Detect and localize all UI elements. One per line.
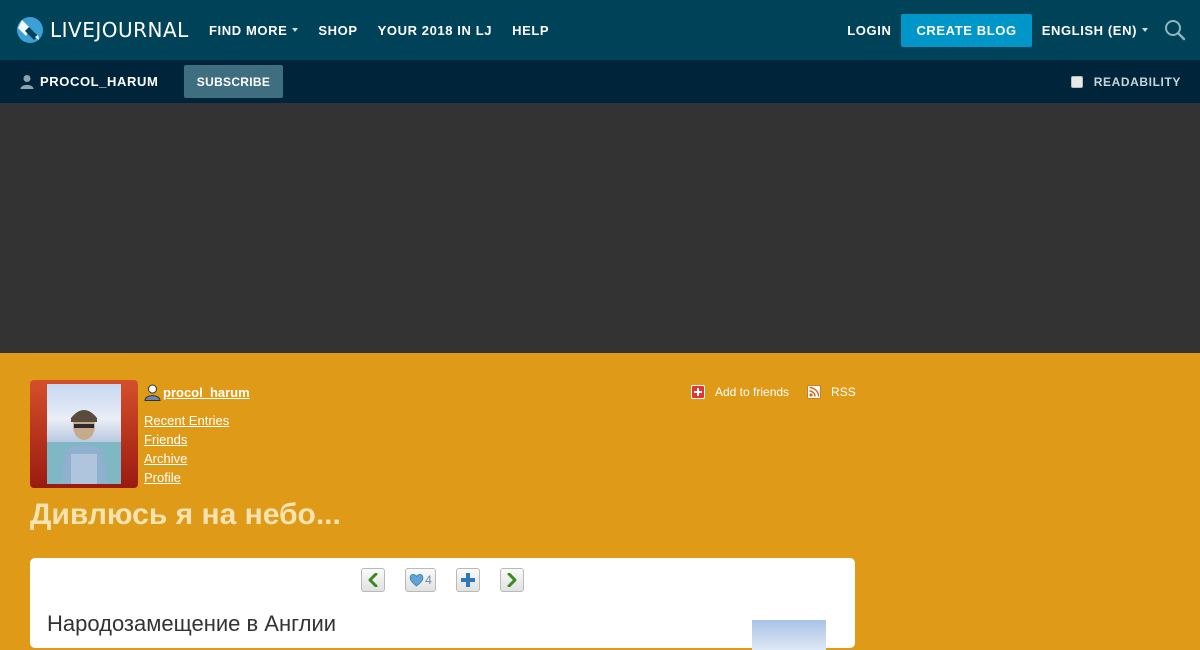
nav-find-more[interactable]: FIND MORE (209, 22, 299, 38)
userpic-photo-art (47, 410, 121, 484)
livejournal-logo-icon (17, 17, 43, 43)
journal-links: Recent Entries Friends Archive Profile (144, 411, 229, 487)
arrow-left-icon (368, 573, 378, 587)
recent-entries-link[interactable]: Recent Entries (144, 411, 229, 430)
add-friend-icon (691, 385, 705, 399)
journal-banner (0, 103, 1200, 353)
username-link[interactable]: procol_harum (163, 385, 250, 400)
add-to-friends-link[interactable]: Add to friends (691, 385, 789, 399)
rss-icon (807, 385, 822, 399)
language-selector[interactable]: ENGLISH (EN) (1042, 23, 1148, 38)
archive-link[interactable]: Archive (144, 449, 229, 468)
readability-checkbox[interactable] (1070, 75, 1083, 88)
previous-entry-button[interactable] (361, 568, 385, 592)
rss-link[interactable]: RSS (807, 385, 856, 399)
chevron-down-icon (1142, 28, 1148, 32)
account-nav: LOGIN CREATE BLOG ENGLISH (EN) (847, 0, 1200, 60)
entry-thumbnail-image (752, 620, 826, 650)
add-to-memories-button[interactable] (456, 568, 480, 592)
chevron-down-icon (292, 28, 299, 32)
userpic-frame[interactable] (30, 380, 138, 488)
userpic-image (47, 384, 121, 484)
nav-find-more-label: FIND MORE (209, 22, 288, 38)
readability-label: READABILITY (1093, 74, 1181, 89)
user-icon (20, 75, 34, 89)
nav-shop[interactable]: SHOP (318, 23, 357, 38)
search-button[interactable] (1160, 15, 1190, 45)
friends-link[interactable]: Friends (144, 430, 229, 449)
journal-title: Дивлюсь я на небо... (30, 498, 341, 531)
rss-label: RSS (831, 385, 856, 399)
journal-owner[interactable]: PROCOL_HARUM (20, 60, 158, 103)
main-nav: FIND MORE SHOP YOUR 2018 IN LJ HELP (209, 0, 569, 60)
add-to-friends-label: Add to friends (715, 385, 790, 399)
nav-help[interactable]: HELP (512, 23, 549, 38)
like-button[interactable]: 4 (405, 568, 436, 592)
like-count: 4 (425, 573, 432, 587)
profile-link[interactable]: Profile (144, 468, 229, 487)
plus-icon (461, 573, 475, 587)
top-navigation-bar: LIVEJOURNAL FIND MORE SHOP YOUR 2018 IN … (0, 0, 1200, 60)
journal-bar: PROCOL_HARUM SUBSCRIBE READABILITY (0, 60, 1200, 103)
next-entry-button[interactable] (500, 568, 524, 592)
language-label: ENGLISH (EN) (1041, 22, 1137, 38)
search-icon (1165, 20, 1186, 41)
login-link[interactable]: LOGIN (847, 23, 891, 38)
entry-card: 4 Народозамещение в Англии (30, 558, 855, 650)
entry-title[interactable]: Народозамещение в Англии (47, 611, 336, 637)
livejournal-logo[interactable]: LIVEJOURNAL (16, 15, 189, 45)
journal-actions: Add to friends RSS (691, 385, 874, 399)
heart-icon (409, 573, 424, 587)
readability-toggle[interactable]: READABILITY (1070, 60, 1181, 103)
journal-owner-name: PROCOL_HARUM (40, 74, 159, 89)
create-blog-button[interactable]: CREATE BLOG (901, 13, 1032, 47)
arrow-right-icon (507, 573, 517, 587)
subscribe-button[interactable]: SUBSCRIBE (184, 65, 283, 98)
user-icon (144, 384, 161, 401)
entry-navigation: 4 (361, 568, 524, 592)
logo-text: LIVEJOURNAL (50, 18, 189, 42)
journal-username[interactable]: procol_harum (144, 384, 250, 401)
nav-year-in-lj[interactable]: YOUR 2018 IN LJ (378, 23, 493, 38)
